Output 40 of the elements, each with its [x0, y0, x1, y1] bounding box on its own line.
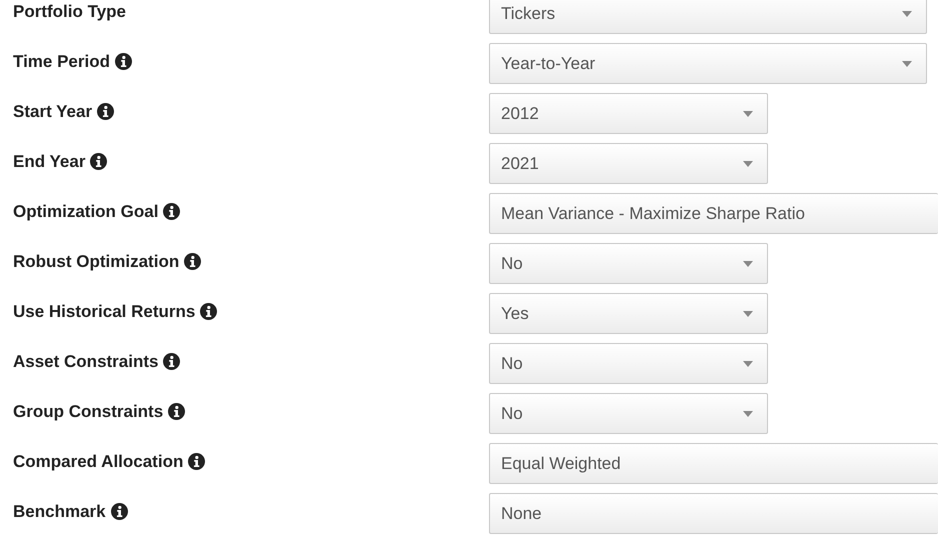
select-field[interactable]: Mean Variance - Maximize Sharpe Ratio [489, 193, 938, 234]
field-label: Time Period [13, 50, 110, 73]
caret-icon [743, 360, 753, 366]
caret-icon [743, 310, 753, 316]
info-icon[interactable] [163, 203, 180, 220]
select-field[interactable]: Equal Weighted [489, 443, 938, 484]
info-icon[interactable] [115, 53, 132, 70]
select-field[interactable]: No [489, 393, 768, 434]
select-field[interactable]: Tickers [489, 0, 927, 34]
caret-icon [902, 60, 912, 66]
caret-icon [743, 410, 753, 416]
field-label: Compared Allocation [13, 450, 184, 473]
select-field[interactable]: No [489, 243, 768, 284]
select-field[interactable]: None [489, 493, 938, 534]
info-icon[interactable] [184, 253, 202, 270]
caret-icon [743, 160, 753, 166]
info-icon[interactable] [110, 503, 128, 520]
field-label: Optimization Goal [13, 200, 158, 223]
info-icon[interactable] [200, 303, 218, 320]
caret-icon [902, 10, 912, 16]
select-field[interactable]: 2021 [489, 143, 768, 184]
caret-icon [743, 110, 753, 116]
select-field[interactable]: 2012 [489, 93, 768, 134]
field-label: Use Historical Returns [13, 300, 196, 323]
field-label: End Year [13, 150, 86, 173]
info-icon[interactable] [163, 353, 180, 370]
info-icon[interactable] [188, 453, 206, 470]
field-label: Benchmark [13, 500, 106, 523]
field-label: Group Constraints [13, 400, 164, 423]
select-field[interactable]: Yes [489, 293, 768, 334]
field-label: Asset Constraints [13, 350, 158, 373]
info-icon[interactable] [90, 153, 108, 170]
caret-icon [743, 260, 753, 266]
info-icon[interactable] [97, 103, 114, 120]
field-label: Start Year [13, 100, 92, 123]
select-field[interactable]: No [489, 343, 768, 384]
info-icon[interactable] [168, 403, 186, 420]
select-field[interactable]: Year-to-Year [489, 43, 927, 84]
field-label: Portfolio Type [13, 0, 126, 23]
field-label: Robust Optimization [13, 250, 180, 273]
